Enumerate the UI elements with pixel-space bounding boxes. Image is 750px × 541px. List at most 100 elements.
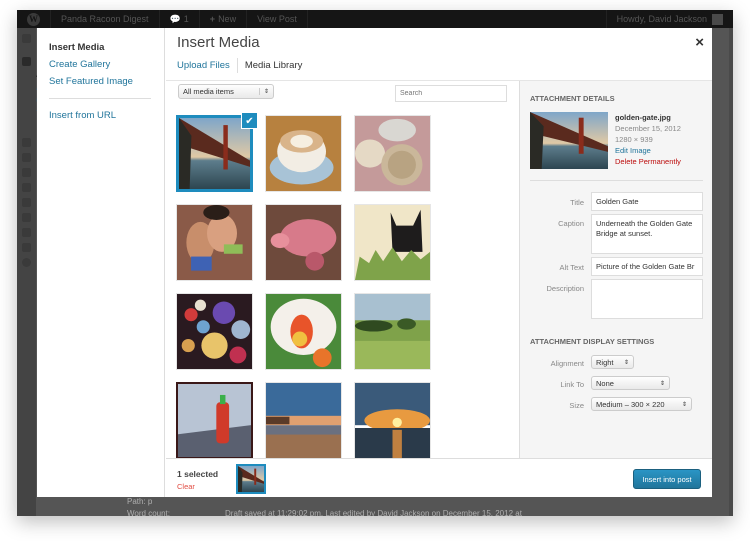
description-textarea[interactable] [591, 279, 703, 319]
title-label: Title [570, 198, 584, 207]
attachment-sriracha[interactable] [176, 382, 253, 459]
attachment-meadow[interactable] [354, 293, 431, 370]
size-select[interactable]: Medium – 300 × 220 ⇕ [591, 397, 692, 411]
tab-media-library[interactable]: Media Library [245, 60, 303, 71]
users-icon[interactable] [22, 228, 31, 237]
attachment-beach-cliffs[interactable] [265, 382, 342, 459]
plus-icon: + [209, 14, 216, 24]
path-label: Path: p [127, 497, 153, 506]
pink-pig-image [266, 205, 341, 280]
tab-divider [236, 58, 238, 73]
menu-item-create-gallery[interactable]: Create Gallery [49, 59, 110, 70]
attachment-orchid[interactable] [265, 293, 342, 370]
menu-item-insert-media[interactable]: Insert Media [49, 42, 104, 53]
caption-textarea[interactable]: Underneath the Golden Gate Bridge at sun… [591, 214, 703, 254]
insert-media-modal: Insert Media Create Gallery Set Featured… [37, 28, 712, 497]
alt-text-label: Alt Text [559, 263, 584, 272]
media-icon[interactable] [22, 138, 31, 147]
comments-link[interactable]: 💬 1 [160, 10, 200, 28]
link-to-select[interactable]: None ⇕ [591, 376, 670, 390]
black-cat-image [355, 205, 430, 280]
admin-side-menu [17, 28, 36, 516]
account-menu[interactable]: Howdy, David Jackson [605, 10, 733, 28]
media-filter-select[interactable]: All media items ⇕ [178, 84, 274, 99]
site-name-link[interactable]: Panda Racoon Digest [51, 10, 160, 28]
menu-item-set-featured-image[interactable]: Set Featured Image [49, 76, 133, 87]
clear-selection-link[interactable]: Clear [177, 482, 195, 491]
description-label: Description [546, 284, 584, 293]
select-arrows-icon: ⇕ [659, 380, 665, 387]
admin-bar: W Panda Racoon Digest 💬 1 + New View Post … [17, 10, 733, 28]
lanterns-image [177, 294, 252, 369]
attachment-ocean-sunset[interactable] [354, 382, 431, 459]
comments-count: 1 [183, 14, 189, 24]
new-label: New [218, 14, 237, 24]
links-icon[interactable] [22, 153, 31, 162]
caption-label: Caption [558, 219, 584, 228]
media-frame-menu: Insert Media Create Gallery Set Featured… [37, 28, 165, 497]
figurines-image [177, 205, 252, 280]
alt-text-input[interactable]: Picture of the Golden Gate Br [591, 257, 703, 276]
comments-icon[interactable] [22, 183, 31, 192]
dashboard-icon[interactable] [22, 34, 31, 43]
new-content-link[interactable]: + New [200, 10, 248, 28]
golden-gate-preview-image [530, 112, 608, 169]
editor-status-bar: Path: p Word count: Draft saved at 11:29:… [127, 497, 527, 521]
alignment-select[interactable]: Right ⇕ [591, 355, 634, 369]
display-settings-heading: Attachment Display Settings [530, 337, 655, 346]
search-input[interactable] [395, 85, 507, 102]
attachment-coins[interactable] [354, 115, 431, 192]
attachment-preview [530, 112, 608, 169]
coins-image [355, 116, 430, 191]
sriracha-image [178, 384, 251, 457]
latte-image [266, 116, 341, 191]
attachment-lanterns[interactable] [176, 293, 253, 370]
menu-item-insert-from-url[interactable]: Insert from URL [49, 110, 116, 121]
attachment-latte[interactable] [265, 115, 342, 192]
view-post-link[interactable]: View Post [247, 10, 308, 28]
selection-thumbnail[interactable] [236, 464, 266, 494]
golden-gate-mini-image [238, 466, 264, 492]
attachment-figurines[interactable] [176, 204, 253, 281]
title-input[interactable]: Golden Gate [591, 192, 703, 211]
pin-posts-icon[interactable] [22, 57, 31, 66]
tab-upload-files[interactable]: Upload Files [177, 60, 230, 71]
plugins-icon[interactable] [22, 213, 31, 222]
edit-image-link[interactable]: Edit Image [615, 145, 681, 156]
select-arrows-icon: ⇕ [623, 359, 629, 366]
attachment-info: golden-gate.jpg December 15, 2012 1280 ×… [615, 112, 681, 167]
insert-into-post-button[interactable]: Insert into post [633, 469, 701, 489]
link-to-label: Link To [560, 380, 584, 389]
wordpress-logo-icon: W [27, 12, 40, 26]
selected-check-icon[interactable]: ✔ [241, 112, 258, 129]
howdy-text: Howdy, David Jackson [616, 14, 707, 24]
selection-count: 1 selected [177, 469, 219, 479]
beach-cliffs-image [266, 383, 341, 458]
attachment-dimensions: 1280 × 939 [615, 135, 653, 144]
attachment-pink-pig[interactable] [265, 204, 342, 281]
appearance-icon[interactable] [22, 198, 31, 207]
comment-bubble-icon: 💬 [169, 13, 181, 24]
tools-icon[interactable] [22, 243, 31, 252]
golden-gate-image [179, 118, 250, 189]
menu-separator [49, 98, 151, 99]
details-separator [530, 180, 703, 181]
media-toolbar-footer: 1 selected Clear Insert into post [166, 458, 712, 497]
attachment-details-sidebar: Attachment Details golden-gate.jpg Decem… [519, 81, 712, 458]
attachment-black-cat[interactable] [354, 204, 431, 281]
attachment-details-heading: Attachment Details [530, 94, 615, 103]
avatar [712, 13, 723, 25]
select-arrows-icon: ⇕ [258, 88, 269, 95]
wp-logo-menu[interactable]: W [17, 10, 51, 28]
pages-icon[interactable] [22, 168, 31, 177]
ocean-sunset-image [355, 383, 430, 458]
orchid-image [266, 294, 341, 369]
size-value: Medium – 300 × 220 [596, 399, 665, 409]
link-to-value: None [596, 378, 614, 388]
background-panel [729, 28, 733, 516]
collapse-menu-icon[interactable] [22, 258, 31, 267]
select-arrows-icon: ⇕ [681, 401, 687, 408]
attachment-date: December 15, 2012 [615, 124, 681, 133]
close-icon[interactable]: × [695, 34, 704, 51]
delete-permanently-link[interactable]: Delete Permanently [615, 156, 681, 167]
